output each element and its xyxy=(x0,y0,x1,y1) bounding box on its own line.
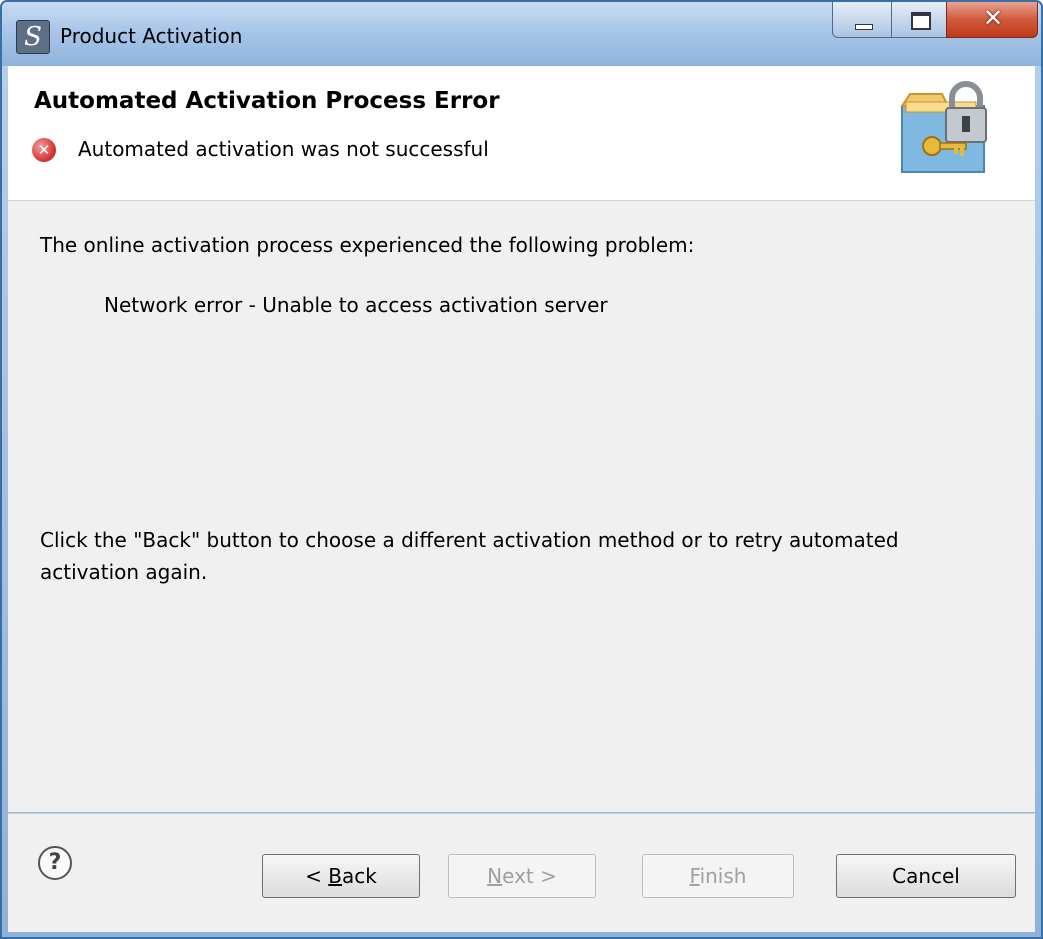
back-button-label: ack xyxy=(342,864,377,888)
page-title: Automated Activation Process Error xyxy=(34,88,500,114)
next-button-mnemonic: N xyxy=(487,864,503,888)
finish-button[interactable]: Finish xyxy=(642,854,794,898)
maximize-icon xyxy=(911,12,931,30)
minimize-icon xyxy=(855,24,873,30)
button-bar: ? < Back Next > Finish Cancel xyxy=(8,813,1035,932)
cancel-button[interactable]: Cancel xyxy=(836,854,1016,898)
wizard-header: Automated Activation Process Error ✕ Aut… xyxy=(8,66,1035,201)
error-icon: ✕ xyxy=(32,138,56,162)
hint-text-line1: Click the "Back" button to choose a diff… xyxy=(40,528,899,552)
window-title: Product Activation xyxy=(60,24,243,48)
back-button-mnemonic: B xyxy=(328,864,342,888)
back-button-prefix: < xyxy=(305,864,329,888)
hint-text-line2: activation again. xyxy=(40,560,208,584)
product-activation-window: S Product Activation ✕ Automated Activat… xyxy=(0,0,1043,939)
app-logo-icon: S xyxy=(16,20,50,54)
close-icon: ✕ xyxy=(982,4,1004,32)
error-detail-text: Network error - Unable to access activat… xyxy=(104,293,608,317)
maximize-button[interactable] xyxy=(891,2,947,38)
help-icon[interactable]: ? xyxy=(38,846,72,880)
close-button[interactable]: ✕ xyxy=(946,2,1038,38)
next-button-label: ext > xyxy=(502,864,557,888)
back-button[interactable]: < Back xyxy=(262,854,420,898)
minimize-button[interactable] xyxy=(832,2,892,38)
finish-button-label: inish xyxy=(699,864,747,888)
finish-button-mnemonic: F xyxy=(689,864,700,888)
lock-key-folder-icon xyxy=(900,81,987,173)
content-area: The online activation process experience… xyxy=(8,201,1035,812)
next-button[interactable]: Next > xyxy=(448,854,596,898)
title-bar[interactable]: S Product Activation ✕ xyxy=(2,2,1041,66)
intro-text: The online activation process experience… xyxy=(40,233,695,257)
error-message: Automated activation was not successful xyxy=(78,137,489,161)
